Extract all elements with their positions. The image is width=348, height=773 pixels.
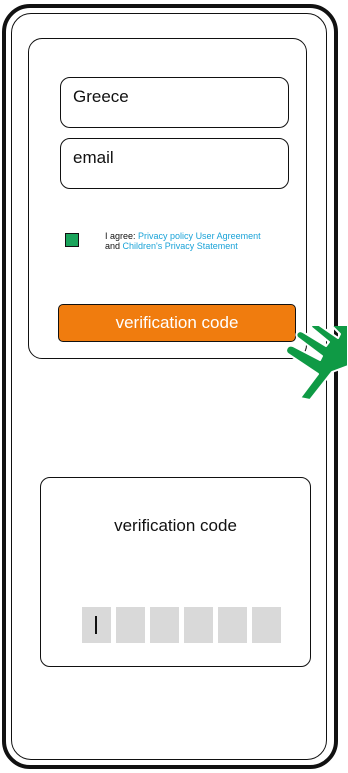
consent-row: I agree: Privacy policy User Agreement a… bbox=[65, 231, 295, 255]
consent-conjunction: and bbox=[105, 241, 123, 251]
code-digit-box[interactable] bbox=[150, 607, 179, 643]
login-form-card: Greece email I agree: Privacy policy Use… bbox=[28, 38, 307, 359]
verification-code-button[interactable]: verification code bbox=[58, 304, 296, 342]
consent-checkbox[interactable] bbox=[65, 233, 79, 247]
code-digit-box[interactable] bbox=[252, 607, 281, 643]
children-privacy-link[interactable]: Children's Privacy Statement bbox=[123, 241, 238, 251]
pointing-hand-icon bbox=[285, 326, 348, 400]
code-digit-box[interactable] bbox=[82, 607, 111, 643]
country-value: Greece bbox=[73, 87, 129, 106]
code-digit-box[interactable] bbox=[116, 607, 145, 643]
email-field[interactable]: email bbox=[60, 138, 289, 189]
consent-prefix: I agree: bbox=[105, 231, 139, 241]
code-digit-box[interactable] bbox=[184, 607, 213, 643]
verification-code-panel: verification code bbox=[40, 477, 311, 667]
country-field[interactable]: Greece bbox=[60, 77, 289, 128]
code-digit-box[interactable] bbox=[218, 607, 247, 643]
consent-text: I agree: Privacy policy User Agreement a… bbox=[105, 231, 261, 251]
code-panel-title: verification code bbox=[114, 516, 237, 535]
privacy-policy-link[interactable]: Privacy policy bbox=[138, 231, 193, 241]
user-agreement-link[interactable]: User Agreement bbox=[196, 231, 261, 241]
email-placeholder: email bbox=[73, 148, 114, 167]
text-caret bbox=[95, 616, 97, 634]
